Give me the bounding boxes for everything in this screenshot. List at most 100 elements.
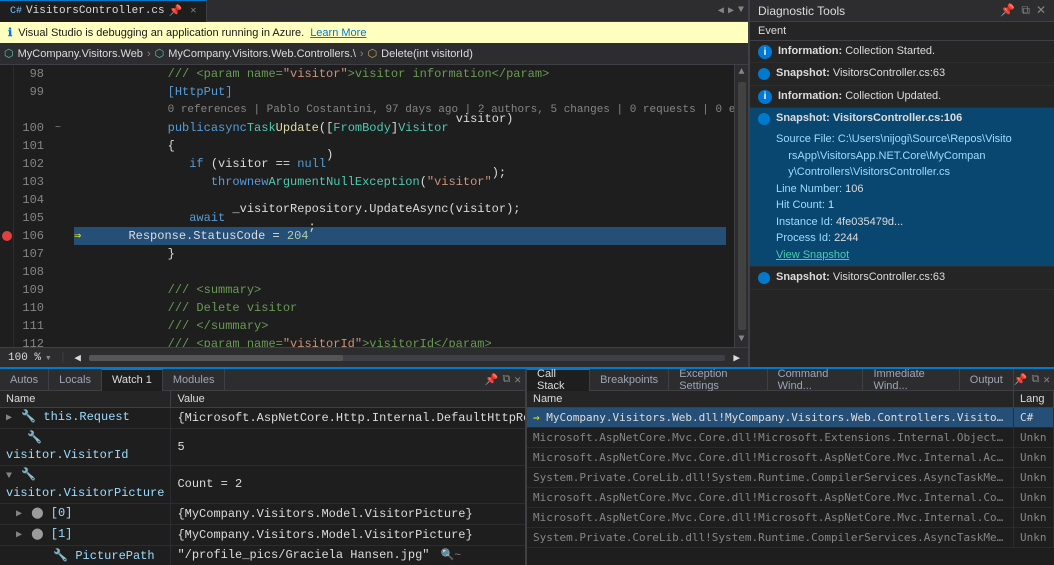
detail-line: Line Number: 106	[776, 181, 1012, 198]
code-line-110: /// Delete visitor	[74, 299, 726, 317]
breadcrumb-namespace[interactable]: MyCompany.Visitors.Web	[18, 48, 143, 60]
snapshot-dot-1	[758, 68, 770, 80]
learn-more-link[interactable]: Learn More	[310, 27, 366, 39]
event-item-3: i Information: Collection Updated.	[750, 86, 1054, 108]
detail-source: Source File: C:\Users\nijogi\Source\Repo…	[776, 131, 1012, 148]
tab-callstack[interactable]: Call Stack	[527, 369, 590, 391]
code-line-105: await _visitorRepository.UpdateAsync(vis…	[74, 209, 726, 227]
line-num-112: 112	[20, 335, 44, 347]
cg-104	[50, 191, 66, 209]
cg-100[interactable]: −	[50, 119, 66, 137]
zoom-bar: 100 % ▾ | ◀ ▶	[0, 347, 748, 367]
tab-modules[interactable]: Modules	[163, 369, 226, 391]
tab-close-button[interactable]: ✕	[190, 5, 196, 17]
view-snapshot-link[interactable]: View Snapshot	[776, 247, 1012, 264]
watch-close-icon[interactable]: ✕	[514, 373, 521, 387]
circle-icon-2: ⬤	[31, 529, 43, 541]
watch-pin-icon[interactable]: 📌	[485, 373, 499, 387]
cs-close-icon[interactable]: ✕	[1043, 373, 1050, 387]
top-area: C# VisitorsController.cs 📌 ✕ ◀ ▶ ▼ ℹ Vis…	[0, 0, 1054, 367]
tab-exception-label: Exception Settings	[679, 368, 756, 392]
chevron-left-icon[interactable]: ◀	[718, 5, 724, 17]
cs-row-lang-6: Unkn	[1014, 508, 1054, 528]
horizontal-scrollbar[interactable]	[89, 355, 726, 361]
events-column-label: Event	[758, 25, 786, 37]
diagnostic-header: Diagnostic Tools 📌 ⧉ ✕	[750, 0, 1054, 22]
scroll-right-icon[interactable]: ▶	[733, 351, 740, 365]
editor-tab-title: VisitorsController.cs	[26, 5, 165, 17]
tab-breakpoints-label: Breakpoints	[600, 374, 658, 386]
cs-window-icon[interactable]: ⧉	[1032, 374, 1040, 386]
tab-command-window[interactable]: Command Wind...	[768, 369, 864, 391]
tab-output-label: Output	[970, 374, 1003, 386]
view-snapshot-anchor[interactable]: View Snapshot	[776, 249, 849, 261]
tab-locals[interactable]: Locals	[49, 369, 102, 391]
breakpoint-marker[interactable]	[2, 231, 12, 241]
code-line-98: /// <param name="visitor">visitor inform…	[74, 65, 726, 83]
watch-tab-bar: Autos Locals Watch 1 Modules 📌 ⧉ ✕	[0, 369, 525, 391]
namespace2-icon: ⬡	[155, 47, 165, 60]
detail-instance: Instance Id: 4fe035479d...	[776, 214, 1012, 231]
gutter-row-100	[0, 119, 13, 137]
tab-autos[interactable]: Autos	[0, 369, 49, 391]
tab-immediate-window[interactable]: Immediate Wind...	[863, 369, 959, 391]
zoom-dropdown-icon[interactable]: ▾	[45, 351, 52, 365]
event-text-1: Information: Collection Started.	[778, 44, 935, 59]
callstack-content: Name Lang MyCompany.Visitors.Web.dll!MyC…	[527, 391, 1054, 565]
expand-arrow-4[interactable]: ▶	[16, 527, 22, 544]
h-scroll-thumb[interactable]	[89, 355, 344, 361]
col-name: Name	[0, 391, 171, 408]
gutter-row-102	[0, 155, 13, 173]
cs-row-name-7: System.Private.CoreLib.dll!System.Runtim…	[527, 528, 1014, 548]
expand-arrow-3[interactable]: ▶	[16, 506, 22, 523]
tab-breakpoints[interactable]: Breakpoints	[590, 369, 669, 391]
tab-command-label: Command Wind...	[778, 368, 853, 392]
cs-row-lang-2: Unkn	[1014, 428, 1054, 448]
cs-row-name-4: System.Private.CoreLib.dll!System.Runtim…	[527, 468, 1014, 488]
tab-output[interactable]: Output	[960, 369, 1014, 391]
cs-file-icon: C#	[10, 6, 22, 17]
cs-pin-icon[interactable]: 📌	[1014, 373, 1028, 387]
watch-table: Name Value Type ▶ 🔧 this.Request {Micros…	[0, 391, 525, 565]
diag-window-icon[interactable]: ⧉	[1021, 3, 1030, 18]
line-num-105: 105	[20, 209, 44, 227]
dropdown-arrow-icon[interactable]: ▼	[738, 5, 744, 16]
vertical-scrollbar[interactable]: ▲ ▼	[734, 65, 748, 347]
breadcrumb-class[interactable]: MyCompany.Visitors.Web.Controllers.\	[168, 48, 356, 60]
detail-source3: y\Controllers\VisitorsController.cs	[776, 164, 1012, 181]
scroll-left-icon[interactable]: ◀	[74, 351, 81, 365]
cs-row-name-3: Microsoft.AspNetCore.Mvc.Core.dll!Micros…	[527, 448, 1014, 468]
diag-pin-icon[interactable]: 📌	[1000, 3, 1015, 18]
code-line-103: throw new ArgumentNullException("visitor…	[74, 173, 726, 191]
breadcrumb-method[interactable]: Delete(int visitorId)	[381, 48, 473, 60]
scroll-thumb[interactable]	[738, 82, 746, 330]
info-icon: ℹ	[8, 26, 12, 39]
editor-tab-active[interactable]: C# VisitorsController.cs 📌 ✕	[0, 0, 207, 22]
namespace-icon: ⬡	[4, 47, 14, 60]
row-name-text-5: [1]	[51, 527, 73, 541]
pin-icon[interactable]: 📌	[169, 4, 183, 18]
expand-arrow[interactable]: ▶	[6, 410, 12, 427]
debug-info-bar: ℹ Visual Studio is debugging an applicat…	[0, 22, 748, 43]
diagnostic-events-header: Event	[750, 22, 1054, 41]
gutter-row-106	[0, 227, 13, 245]
tab-exception-settings[interactable]: Exception Settings	[669, 369, 767, 391]
table-row: System.Private.CoreLib.dll!System.Runtim…	[527, 528, 1054, 548]
chevron-right-icon[interactable]: ▶	[728, 5, 734, 17]
tab-watch1[interactable]: Watch 1	[102, 369, 163, 391]
snapshot-dot-2	[758, 113, 770, 125]
cs-row-lang-5: Unkn	[1014, 488, 1054, 508]
table-row: MyCompany.Visitors.Web.dll!MyCompany.Vis…	[527, 408, 1054, 428]
watch-window-icon[interactable]: ⧉	[503, 374, 511, 386]
magnify-icon[interactable]: 🔍~	[441, 550, 461, 562]
row-name-text-3: visitor.VisitorPicture	[6, 486, 164, 500]
table-row: ▼ 🔧 visitor.VisitorPicture Count = 2 Sys…	[0, 466, 525, 504]
code-line-109: /// <summary>	[74, 281, 726, 299]
code-text-area[interactable]: /// <param name="visitor">visitor inform…	[66, 65, 734, 347]
zoom-level[interactable]: 100 %	[8, 352, 41, 364]
expand-arrow-2[interactable]: ▼	[6, 468, 12, 485]
cg-ref	[50, 101, 66, 119]
cs-row-name-6: Microsoft.AspNetCore.Mvc.Core.dll!Micros…	[527, 508, 1014, 528]
diag-close-icon[interactable]: ✕	[1036, 3, 1046, 18]
table-row: 🔧 visitor.VisitorId 5 int	[0, 429, 525, 466]
